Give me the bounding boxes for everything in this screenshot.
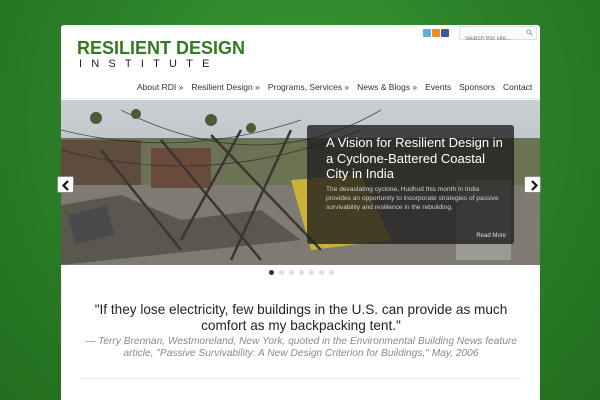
nav-item-resilient-design[interactable]: Resilient Design » — [187, 82, 264, 92]
rss-icon[interactable] — [432, 29, 440, 37]
social-links — [423, 29, 449, 37]
nav-item-sponsors[interactable]: Sponsors — [455, 82, 499, 92]
featured-quote: "If they lose electricity, few buildings… — [81, 302, 521, 360]
twitter-icon[interactable] — [423, 29, 431, 37]
slider-prev-button[interactable] — [57, 176, 74, 193]
slide-excerpt: The devastating cyclone, Hudhud this mon… — [326, 185, 499, 211]
search-input[interactable] — [460, 33, 524, 45]
nav-item-programs[interactable]: Programs, Services » — [264, 82, 353, 92]
search-icon[interactable] — [526, 29, 533, 36]
nav-divider — [61, 98, 540, 99]
slider-dot[interactable] — [309, 270, 314, 275]
slider-dot[interactable] — [269, 270, 274, 275]
content-divider — [81, 378, 521, 379]
slider-dot[interactable] — [319, 270, 324, 275]
slide-caption: A Vision for Resilient Design in a Cyclo… — [307, 125, 514, 244]
nav-item-events[interactable]: Events — [421, 82, 455, 92]
nav-item-contact[interactable]: Contact — [499, 82, 536, 92]
page-container: RESILIENT DESIGN INSTITUTE About RDI » R… — [57, 25, 541, 400]
logo-subtitle: INSTITUTE — [79, 58, 219, 70]
logo-title: RESILIENT DESIGN — [77, 38, 246, 58]
site-logo[interactable]: RESILIENT DESIGN INSTITUTE — [77, 39, 245, 70]
chevron-left-icon — [61, 180, 69, 191]
facebook-icon[interactable] — [441, 29, 449, 37]
slide-title[interactable]: A Vision for Resilient Design in a Cyclo… — [326, 135, 504, 182]
main-nav: About RDI » Resilient Design » Programs,… — [133, 82, 536, 92]
chevron-right-icon — [531, 180, 539, 191]
slider-dot[interactable] — [299, 270, 304, 275]
slider-dot[interactable] — [289, 270, 294, 275]
read-more-button[interactable]: Read More — [473, 232, 509, 240]
search-box — [459, 26, 537, 45]
nav-item-about[interactable]: About RDI » — [133, 82, 187, 92]
slider-dot[interactable] — [329, 270, 334, 275]
nav-item-news[interactable]: News & Blogs » — [353, 82, 421, 92]
slider-pagination — [269, 270, 334, 275]
featured-slider: A Vision for Resilient Design in a Cyclo… — [61, 100, 540, 265]
slider-dot[interactable] — [279, 270, 284, 275]
slider-next-button[interactable] — [524, 176, 541, 193]
quote-attribution: — Terry Brennan, Westmoreland, New York,… — [85, 336, 517, 359]
quote-text: "If they lose electricity, few buildings… — [94, 302, 508, 333]
